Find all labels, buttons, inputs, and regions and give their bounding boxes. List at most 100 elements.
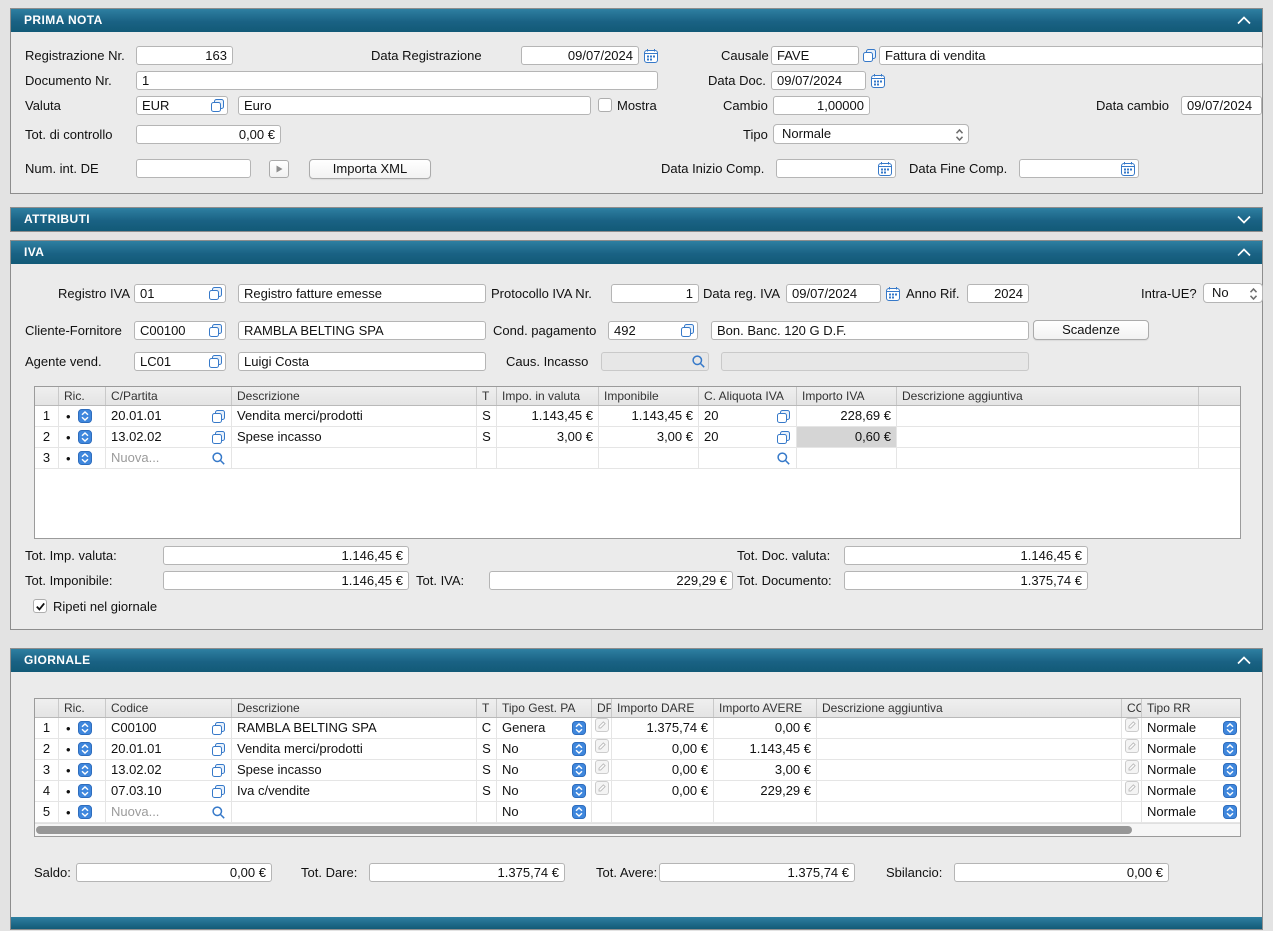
- link-icon[interactable]: [211, 721, 226, 736]
- ric-cell[interactable]: •: [59, 760, 106, 780]
- dp-cell[interactable]: [592, 802, 612, 822]
- importa-xml-button[interactable]: Importa XML: [309, 159, 431, 179]
- t-cell[interactable]: S: [477, 739, 497, 759]
- t-cell[interactable]: [477, 448, 497, 468]
- cliente-code-field[interactable]: C00100: [134, 321, 226, 340]
- ric-cell[interactable]: •: [59, 427, 106, 447]
- link-icon[interactable]: [210, 98, 225, 113]
- descrizione-cell[interactable]: [232, 448, 477, 468]
- calendar-icon[interactable]: [870, 73, 886, 89]
- iva-header-bar[interactable]: IVA: [11, 241, 1262, 264]
- aliquota-cell[interactable]: 20: [699, 427, 797, 447]
- data-registrazione-field[interactable]: 09/07/2024: [521, 46, 639, 65]
- agente-code-field[interactable]: LC01: [134, 352, 226, 371]
- link-icon[interactable]: [208, 286, 223, 301]
- impo-valuta-cell[interactable]: 3,00 €: [497, 427, 599, 447]
- dp-cell[interactable]: [592, 760, 612, 780]
- dare-cell[interactable]: 1.375,74 €: [612, 718, 714, 738]
- link-icon[interactable]: [208, 354, 223, 369]
- tot-imp-valuta-field[interactable]: 1.146,45 €: [163, 546, 409, 565]
- codice-cell[interactable]: 07.03.10: [106, 781, 232, 801]
- horizontal-scrollbar[interactable]: [35, 823, 1240, 836]
- avere-cell[interactable]: 3,00 €: [714, 760, 817, 780]
- iva-table-new-row[interactable]: 3 • Nuova...: [35, 448, 1240, 469]
- link-icon[interactable]: [211, 784, 226, 799]
- descrizione-cell[interactable]: RAMBLA BELTING SPA: [232, 718, 477, 738]
- importo-iva-cell-selected[interactable]: 0,60 €: [797, 427, 897, 447]
- tot-iva-field[interactable]: 229,29 €: [489, 571, 733, 590]
- cond-pagamento-desc-field[interactable]: Bon. Banc. 120 G D.F.: [711, 321, 1029, 340]
- anno-rif-field[interactable]: 2024: [967, 284, 1029, 303]
- t-cell[interactable]: S: [477, 406, 497, 426]
- caus-incasso-code-field[interactable]: [601, 352, 709, 371]
- imponibile-cell[interactable]: [599, 448, 699, 468]
- calendar-icon[interactable]: [643, 48, 659, 64]
- t-cell[interactable]: S: [477, 781, 497, 801]
- mostra-checkbox[interactable]: [598, 98, 612, 112]
- desc-agg-cell[interactable]: [897, 448, 1199, 468]
- link-icon[interactable]: [776, 409, 791, 424]
- tot-documento-field[interactable]: 1.375,74 €: [844, 571, 1088, 590]
- cc-cell[interactable]: [1122, 718, 1142, 738]
- agente-desc-field[interactable]: Luigi Costa: [238, 352, 486, 371]
- search-icon[interactable]: [211, 805, 226, 820]
- descrizione-cell[interactable]: Spese incasso: [232, 760, 477, 780]
- aliquota-cell[interactable]: 20: [699, 406, 797, 426]
- ric-cell[interactable]: •: [59, 448, 106, 468]
- aliquota-cell[interactable]: [699, 448, 797, 468]
- tot-controllo-field[interactable]: 0,00 €: [136, 125, 281, 144]
- expand-chevron-icon[interactable]: [1236, 215, 1252, 224]
- giornale-table-row[interactable]: 4 • 07.03.10 Iva c/vendite S No 0,00 € 2…: [35, 781, 1240, 802]
- descrizione-cell[interactable]: Vendita merci/prodotti: [232, 406, 477, 426]
- cc-cell[interactable]: [1122, 760, 1142, 780]
- row-type-badge-icon[interactable]: [78, 451, 92, 465]
- codice-cell[interactable]: 20.01.01: [106, 739, 232, 759]
- cpartita-cell[interactable]: Nuova...: [106, 448, 232, 468]
- scadenze-button[interactable]: Scadenze: [1033, 320, 1149, 340]
- cpartita-cell[interactable]: 13.02.02: [106, 427, 232, 447]
- registrazione-field[interactable]: 163: [136, 46, 233, 65]
- data-fine-field[interactable]: [1019, 159, 1139, 178]
- causale-desc-field[interactable]: Fattura di vendita: [879, 46, 1263, 65]
- row-type-badge-icon[interactable]: [78, 409, 92, 423]
- t-cell[interactable]: S: [477, 760, 497, 780]
- dare-cell[interactable]: 0,00 €: [612, 760, 714, 780]
- causale-code-field[interactable]: FAVE: [771, 46, 859, 65]
- link-icon[interactable]: [211, 430, 226, 445]
- data-reg-iva-field[interactable]: 09/07/2024: [786, 284, 881, 303]
- link-icon[interactable]: [680, 323, 695, 338]
- row-type-badge-icon[interactable]: [78, 430, 92, 444]
- search-icon[interactable]: [776, 451, 791, 466]
- t-cell[interactable]: C: [477, 718, 497, 738]
- avere-cell[interactable]: [714, 802, 817, 822]
- link-icon[interactable]: [211, 742, 226, 757]
- descrizione-cell[interactable]: Iva c/vendite: [232, 781, 477, 801]
- link-icon[interactable]: [776, 430, 791, 445]
- num-int-de-field[interactable]: [136, 159, 251, 178]
- giornale-table-new-row[interactable]: 5 • Nuova... No Normale: [35, 802, 1240, 823]
- tipo-pa-select[interactable]: No: [497, 760, 592, 780]
- valuta-code-field[interactable]: EUR: [136, 96, 228, 115]
- cond-pagamento-code-field[interactable]: 492: [608, 321, 698, 340]
- importo-iva-cell[interactable]: 228,69 €: [797, 406, 897, 426]
- giornale-table-row[interactable]: 3 • 13.02.02 Spese incasso S No 0,00 € 3…: [35, 760, 1240, 781]
- ric-cell[interactable]: •: [59, 718, 106, 738]
- t-cell[interactable]: [477, 802, 497, 822]
- saldo-field[interactable]: 0,00 €: [76, 863, 272, 882]
- cliente-desc-field[interactable]: RAMBLA BELTING SPA: [238, 321, 486, 340]
- data-cambio-field[interactable]: 09/07/2024: [1181, 96, 1262, 115]
- data-doc-field[interactable]: 09/07/2024: [771, 71, 866, 90]
- tipo-pa-select[interactable]: No: [497, 781, 592, 801]
- tot-imponibile-field[interactable]: 1.146,45 €: [163, 571, 409, 590]
- codice-cell[interactable]: 13.02.02: [106, 760, 232, 780]
- protocollo-field[interactable]: 1: [611, 284, 699, 303]
- ric-cell[interactable]: •: [59, 781, 106, 801]
- dp-cell[interactable]: [592, 781, 612, 801]
- descrizione-cell[interactable]: [232, 802, 477, 822]
- codice-cell[interactable]: Nuova...: [106, 802, 232, 822]
- avere-cell[interactable]: 229,29 €: [714, 781, 817, 801]
- collapse-chevron-icon[interactable]: [1236, 248, 1252, 257]
- row-type-badge-icon[interactable]: [78, 805, 92, 819]
- codice-cell[interactable]: C00100: [106, 718, 232, 738]
- tot-doc-valuta-field[interactable]: 1.146,45 €: [844, 546, 1088, 565]
